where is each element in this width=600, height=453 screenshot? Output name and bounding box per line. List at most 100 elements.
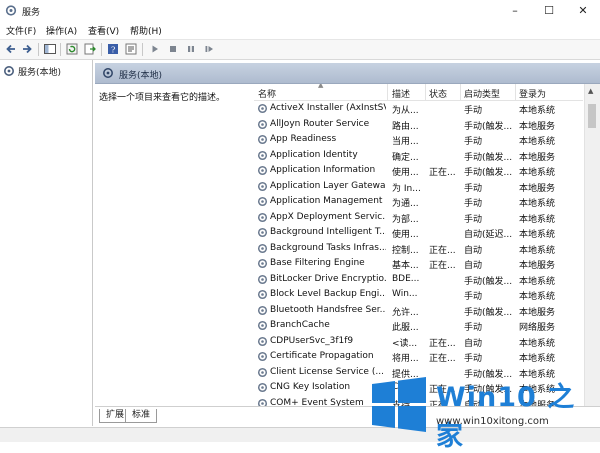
service-gear-icon	[257, 165, 268, 176]
service-log-on-as: 本地系统	[519, 214, 556, 225]
service-description: Win...	[392, 289, 418, 299]
column-header-startup-type[interactable]: 启动类型	[464, 87, 500, 100]
service-name: Application Identity	[270, 149, 358, 160]
vertical-scrollbar[interactable]: ▲	[584, 84, 600, 406]
stop-service-icon[interactable]	[167, 43, 179, 55]
table-row[interactable]: AppX Deployment Servic... 为部... 手动 本地系统	[254, 210, 583, 226]
restart-service-icon[interactable]	[203, 43, 215, 55]
column-divider[interactable]	[425, 84, 426, 100]
column-divider[interactable]	[387, 84, 388, 100]
show-hide-tree-icon[interactable]	[44, 43, 56, 55]
export-list-icon[interactable]	[84, 43, 96, 55]
column-header-description[interactable]: 描述	[392, 87, 410, 100]
column-divider[interactable]	[515, 84, 516, 100]
menu-file[interactable]: 文件(F)	[6, 24, 36, 37]
watermark-url: www.win10xitong.com	[436, 416, 549, 427]
column-header-name[interactable]: 名称	[258, 87, 276, 100]
maximize-button[interactable]: ☐	[532, 0, 566, 22]
close-button[interactable]: ✕	[566, 0, 600, 22]
table-row[interactable]: Background Intelligent T... 使用... 自动(延迟...…	[254, 225, 583, 241]
table-row[interactable]: Application Layer Gatewa... 为 In... 手动 本地服务	[254, 179, 583, 195]
toolbar: ?	[0, 39, 600, 60]
service-startup-type: 手动(触发...	[464, 276, 513, 287]
column-header-status[interactable]: 状态	[429, 87, 447, 100]
services-list: ▲ 名称 描述 状态 启动类型 登录为 ActiveX Installer (A…	[254, 84, 583, 406]
service-log-on-as: 网络服务	[519, 323, 556, 333]
table-row[interactable]: BranchCache 此服... 手动 网络服务	[254, 318, 583, 334]
pause-service-icon[interactable]	[185, 43, 197, 55]
table-row[interactable]: Application Identity 确定... 手动(触发... 本地服务	[254, 148, 583, 164]
service-startup-type: 自动	[464, 245, 483, 256]
service-log-on-as: 本地系统	[519, 137, 556, 147]
service-description: 确定...	[392, 152, 419, 163]
service-log-on-as: 本地系统	[519, 354, 556, 364]
service-log-on-as: 本地系统	[519, 199, 556, 209]
table-row[interactable]: Base Filtering Engine 基本... 正在... 自动 本地服务	[254, 256, 583, 272]
service-description: 使用...	[392, 230, 419, 240]
service-description: 此服...	[392, 323, 419, 333]
services-gear-icon	[4, 66, 14, 76]
service-description: 为 In...	[392, 183, 421, 194]
service-description: BDE...	[392, 273, 420, 284]
service-log-on-as: 本地系统	[519, 245, 556, 256]
help-icon[interactable]: ?	[107, 43, 119, 55]
column-header-log-on-as[interactable]: 登录为	[519, 87, 546, 100]
table-row[interactable]: CDPUserSvc_3f1f9 <读... 正在... 自动 本地系统	[254, 334, 583, 350]
scrollbar-thumb[interactable]	[588, 104, 596, 128]
table-row[interactable]: AllJoyn Router Service 路由... 手动(触发... 本地服务	[254, 117, 583, 133]
start-service-icon[interactable]	[149, 43, 161, 55]
minimize-button[interactable]: –	[498, 0, 532, 22]
service-name: Application Management	[270, 196, 383, 206]
service-name: Background Tasks Infras...	[270, 242, 386, 253]
scroll-up-icon[interactable]: ▲	[588, 87, 593, 95]
toolbar-divider	[101, 43, 102, 56]
properties-icon[interactable]	[125, 43, 137, 55]
service-gear-icon	[257, 320, 268, 331]
service-gear-icon	[257, 351, 268, 362]
column-divider[interactable]	[460, 84, 461, 100]
service-name: Base Filtering Engine	[270, 258, 365, 268]
service-startup-type: 手动	[464, 199, 483, 209]
service-gear-icon	[257, 227, 268, 238]
service-startup-type: 手动	[464, 137, 483, 147]
service-status: 正在...	[429, 338, 456, 349]
service-startup-type: 手动	[464, 323, 483, 333]
service-log-on-as: 本地系统	[519, 338, 556, 349]
table-row[interactable]: Background Tasks Infras... 控制... 正在... 自动 本地…	[254, 241, 583, 257]
table-row[interactable]: Bluetooth Handsfree Ser... 允许... 手动(触发... 本…	[254, 303, 583, 319]
table-row[interactable]: Application Management 为通... 手动 本地系统	[254, 194, 583, 210]
service-gear-icon	[257, 150, 268, 160]
menu-action[interactable]: 操作(A)	[46, 24, 77, 37]
service-name: Bluetooth Handsfree Ser...	[270, 304, 386, 315]
service-log-on-as: 本地服务	[519, 261, 556, 271]
tab-standard[interactable]: 标准	[125, 409, 158, 423]
service-gear-icon	[257, 382, 268, 393]
service-startup-type: 自动	[464, 261, 483, 271]
window-title: 服务	[22, 8, 41, 18]
table-row[interactable]: Certificate Propagation 将用... 正在... 手动 本地系统	[254, 349, 583, 365]
menu-help[interactable]: 帮助(H)	[130, 24, 162, 37]
service-startup-type: 手动	[464, 214, 483, 225]
table-row[interactable]: ActiveX Installer (AxInstSV) 为从... 手动 本地系统	[254, 101, 583, 117]
tree-item-services-local[interactable]: 服务(本地)	[3, 64, 61, 78]
service-log-on-as: 本地服务	[519, 152, 556, 163]
service-description: 控制...	[392, 245, 419, 256]
table-row[interactable]: App Readiness 当用... 手动 本地系统	[254, 132, 583, 148]
service-name: ActiveX Installer (AxInstSV)	[270, 103, 386, 113]
table-row[interactable]: Application Information 使用... 正在... 手动(触发..…	[254, 163, 583, 179]
service-gear-icon	[257, 258, 268, 269]
service-gear-icon	[257, 305, 268, 315]
service-gear-icon	[257, 243, 268, 253]
service-status: 正在...	[429, 168, 456, 178]
service-description: 基本...	[392, 261, 419, 271]
table-row[interactable]: BitLocker Drive Encryptio... BDE... 手动(触发.…	[254, 272, 583, 288]
service-startup-type: 手动	[464, 292, 483, 302]
tree-item-label: 服务(本地)	[18, 67, 62, 78]
table-row[interactable]: Block Level Backup Engi... Win... 手动 本地系统	[254, 287, 583, 303]
service-description: 使用...	[392, 168, 419, 178]
menu-view[interactable]: 查看(V)	[88, 24, 119, 37]
forward-arrow-icon[interactable]	[21, 43, 33, 55]
refresh-icon[interactable]	[66, 43, 78, 55]
back-arrow-icon[interactable]	[5, 43, 17, 55]
service-gear-icon	[257, 134, 268, 145]
